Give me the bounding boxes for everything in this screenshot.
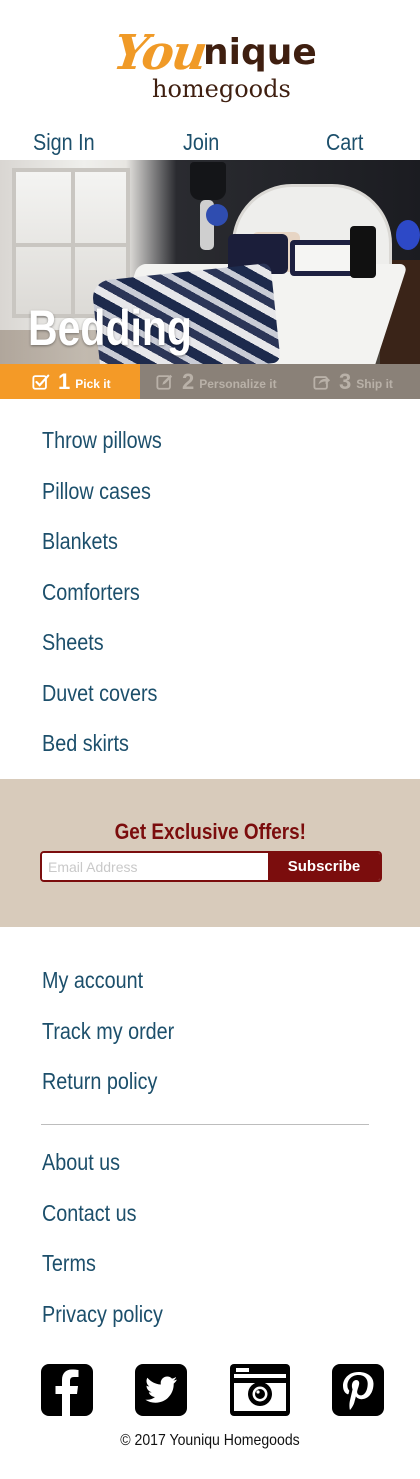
step-label: Personalize it xyxy=(199,376,277,391)
list-item: Comforters xyxy=(42,567,382,618)
about-us-link[interactable]: About us xyxy=(42,1137,120,1188)
hero-photo-flowers xyxy=(206,204,228,226)
pinterest-link[interactable] xyxy=(332,1364,384,1416)
category-link-bed-skirts[interactable]: Bed skirts xyxy=(42,718,129,769)
contact-us-link[interactable]: Contact us xyxy=(42,1188,137,1239)
return-policy-link[interactable]: Return policy xyxy=(42,1056,157,1107)
step-personalize-it[interactable]: 2 Personalize it xyxy=(156,364,277,399)
logo-subtitle: homegoods xyxy=(152,75,291,103)
camera-icon xyxy=(230,1364,290,1416)
list-item: Blankets xyxy=(42,516,382,567)
subscribe-button[interactable]: Subscribe xyxy=(268,853,380,880)
my-account-link[interactable]: My account xyxy=(42,955,143,1006)
privacy-policy-link[interactable]: Privacy policy xyxy=(42,1289,163,1340)
step-number: 1 xyxy=(58,369,71,394)
category-link-duvet-covers[interactable]: Duvet covers xyxy=(42,668,157,719)
step-label: Ship it xyxy=(356,376,393,391)
edit-icon xyxy=(156,374,173,390)
pinterest-icon xyxy=(332,1364,384,1416)
category-link-sheets[interactable]: Sheets xyxy=(42,617,104,668)
step-number: 3 xyxy=(339,369,352,394)
category-link-blankets[interactable]: Blankets xyxy=(42,516,118,567)
list-item: Bed skirts xyxy=(42,718,382,769)
step-ship-it[interactable]: 3 Ship it xyxy=(313,364,393,399)
cart-link[interactable]: Cart xyxy=(326,124,363,160)
newsletter-form: Subscribe xyxy=(40,851,382,882)
list-item: Pillow cases xyxy=(42,466,382,517)
offers-title: Get Exclusive Offers! xyxy=(0,817,420,847)
list-item: My account xyxy=(42,955,382,1006)
site-logo[interactable]: Younique homegoods xyxy=(0,22,420,108)
copyright-text: © 2017 Youniqu Homegoods xyxy=(120,1432,300,1449)
list-item: About us xyxy=(42,1137,382,1188)
category-link-comforters[interactable]: Comforters xyxy=(42,567,140,618)
list-item: Terms xyxy=(42,1238,382,1289)
share-icon xyxy=(313,375,331,390)
category-link-pillow-cases[interactable]: Pillow cases xyxy=(42,466,151,517)
category-list: Throw pillows Pillow cases Blankets Comf… xyxy=(42,415,382,769)
facebook-icon xyxy=(41,1364,93,1416)
offers-title-text: Get Exclusive Offers! xyxy=(114,819,306,844)
hero-photo-lamp xyxy=(190,162,226,200)
hero-photo-pillow xyxy=(350,226,376,278)
list-item: Privacy policy xyxy=(42,1289,382,1340)
info-links: About us Contact us Terms Privacy policy xyxy=(42,1137,382,1339)
page-title: Bedding xyxy=(28,300,192,356)
list-item: Sheets xyxy=(42,617,382,668)
list-item: Track my order xyxy=(42,1006,382,1057)
footer-divider xyxy=(41,1124,369,1125)
email-field[interactable] xyxy=(42,853,270,880)
sign-in-link[interactable]: Sign In xyxy=(33,124,95,160)
offers-section: Get Exclusive Offers! Subscribe xyxy=(0,779,420,927)
step-number: 2 xyxy=(182,369,195,394)
list-item: Throw pillows xyxy=(42,415,382,466)
join-link[interactable]: Join xyxy=(183,124,219,160)
list-item: Contact us xyxy=(42,1188,382,1239)
twitter-icon xyxy=(135,1364,187,1416)
step-label: Pick it xyxy=(75,376,111,391)
steps-bar: 1 Pick it 2 Personalize it 3 Ship it xyxy=(0,364,420,399)
twitter-link[interactable] xyxy=(135,1364,187,1416)
step-pick-it[interactable]: 1 Pick it xyxy=(0,364,140,399)
category-link-throw-pillows[interactable]: Throw pillows xyxy=(42,415,162,466)
instagram-link[interactable] xyxy=(230,1364,290,1416)
terms-link[interactable]: Terms xyxy=(42,1238,96,1289)
top-nav: Sign In Join Cart xyxy=(0,124,420,160)
list-item: Duvet covers xyxy=(42,668,382,719)
copyright: © 2017 Youniqu Homegoods xyxy=(0,1430,420,1452)
social-links xyxy=(0,1364,420,1416)
checkbox-icon xyxy=(32,374,50,390)
account-links: My account Track my order Return policy xyxy=(42,955,382,1107)
track-order-link[interactable]: Track my order xyxy=(42,1006,174,1057)
hero-banner: Bedding xyxy=(0,160,420,364)
list-item: Return policy xyxy=(42,1056,382,1107)
hero-photo-flowers-right xyxy=(396,220,420,250)
facebook-link[interactable] xyxy=(41,1364,93,1416)
